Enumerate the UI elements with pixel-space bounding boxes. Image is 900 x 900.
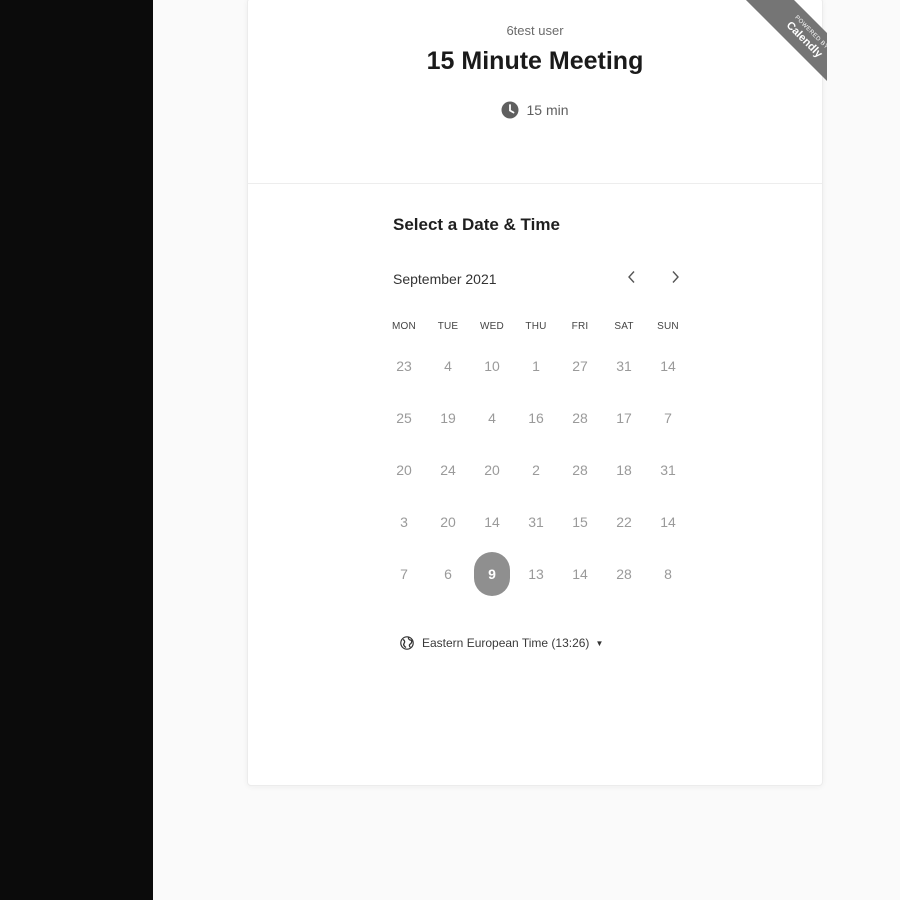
calendar-day[interactable]: 28	[560, 398, 600, 438]
weekday-label: WED	[480, 321, 504, 332]
calendar-day[interactable]: 10	[472, 346, 512, 386]
calendar-day[interactable]: 31	[648, 450, 688, 490]
weekday-label: THU	[525, 321, 547, 332]
calendar-day[interactable]: 28	[604, 554, 644, 594]
select-date-heading: Select a Date & Time	[393, 215, 560, 234]
calendar-day[interactable]: 8	[648, 554, 688, 594]
calendar-day[interactable]: 23	[384, 346, 424, 386]
calendar-day[interactable]: 4	[428, 346, 468, 386]
calendar-day[interactable]: 25	[384, 398, 424, 438]
next-month-button[interactable]	[663, 267, 687, 291]
calendar-day[interactable]: 18	[604, 450, 644, 490]
calendar-day[interactable]: 20	[472, 450, 512, 490]
globe-icon	[400, 636, 414, 650]
calendar-day[interactable]: 14	[648, 502, 688, 542]
powered-by-calendly-ribbon[interactable]: POWERED BY Calendly	[745, 0, 827, 96]
calendar-day[interactable]: 4	[472, 398, 512, 438]
calendar-day[interactable]: 27	[560, 346, 600, 386]
duration-label: 15 min	[526, 102, 569, 118]
calendar-day[interactable]: 1	[516, 346, 556, 386]
calendar-day[interactable]: 14	[560, 554, 600, 594]
calendar-day[interactable]: 13	[516, 554, 556, 594]
calendar-day[interactable]: 16	[516, 398, 556, 438]
ribbon-band: POWERED BY Calendly	[745, 0, 827, 96]
event-title: 15 Minute Meeting	[426, 47, 644, 75]
calendar-day[interactable]: 19	[428, 398, 468, 438]
event-owner-name: 6test user	[506, 23, 564, 38]
calendar-day[interactable]: 6	[428, 554, 468, 594]
weekday-label: SAT	[614, 321, 634, 332]
dark-side-panel	[0, 0, 153, 900]
calendar-day[interactable]: 22	[604, 502, 644, 542]
timezone-label: Eastern European Time (13:26)	[422, 636, 590, 650]
clock-icon	[501, 101, 519, 119]
card-divider	[248, 183, 822, 184]
month-label: September 2021	[393, 271, 497, 287]
caret-down-icon: ▼	[595, 638, 604, 648]
calendar-day[interactable]: 24	[428, 450, 468, 490]
chevron-left-icon	[627, 270, 637, 289]
calendar-day[interactable]: 14	[648, 346, 688, 386]
calendar-day[interactable]: 17	[604, 398, 644, 438]
calendar-day[interactable]: 15	[560, 502, 600, 542]
timezone-selector[interactable]: Eastern European Time (13:26) ▼	[400, 636, 603, 650]
weekday-label: FRI	[571, 321, 589, 332]
previous-month-button[interactable]	[620, 267, 644, 291]
calendar-day[interactable]: 31	[516, 502, 556, 542]
calendar-day[interactable]: 20	[384, 450, 424, 490]
calendar-day[interactable]: 2	[516, 450, 556, 490]
calendar-day[interactable]: 7	[648, 398, 688, 438]
calendar-day[interactable]: 31	[604, 346, 644, 386]
calendar-day-selected[interactable]: 9	[474, 552, 510, 596]
booking-card: 6test user 15 Minute Meeting 15 min Sele…	[247, 0, 823, 786]
calendar-day[interactable]: 7	[384, 554, 424, 594]
calendar-day[interactable]: 20	[428, 502, 468, 542]
weekday-label: TUE	[437, 321, 459, 332]
calendar-day[interactable]: 14	[472, 502, 512, 542]
weekday-label: MON	[392, 321, 416, 332]
chevron-right-icon	[670, 270, 680, 289]
calendar-day[interactable]: 3	[384, 502, 424, 542]
weekday-label: SUN	[657, 321, 679, 332]
event-duration: 15 min	[248, 101, 822, 119]
calendar-day[interactable]: 28	[560, 450, 600, 490]
